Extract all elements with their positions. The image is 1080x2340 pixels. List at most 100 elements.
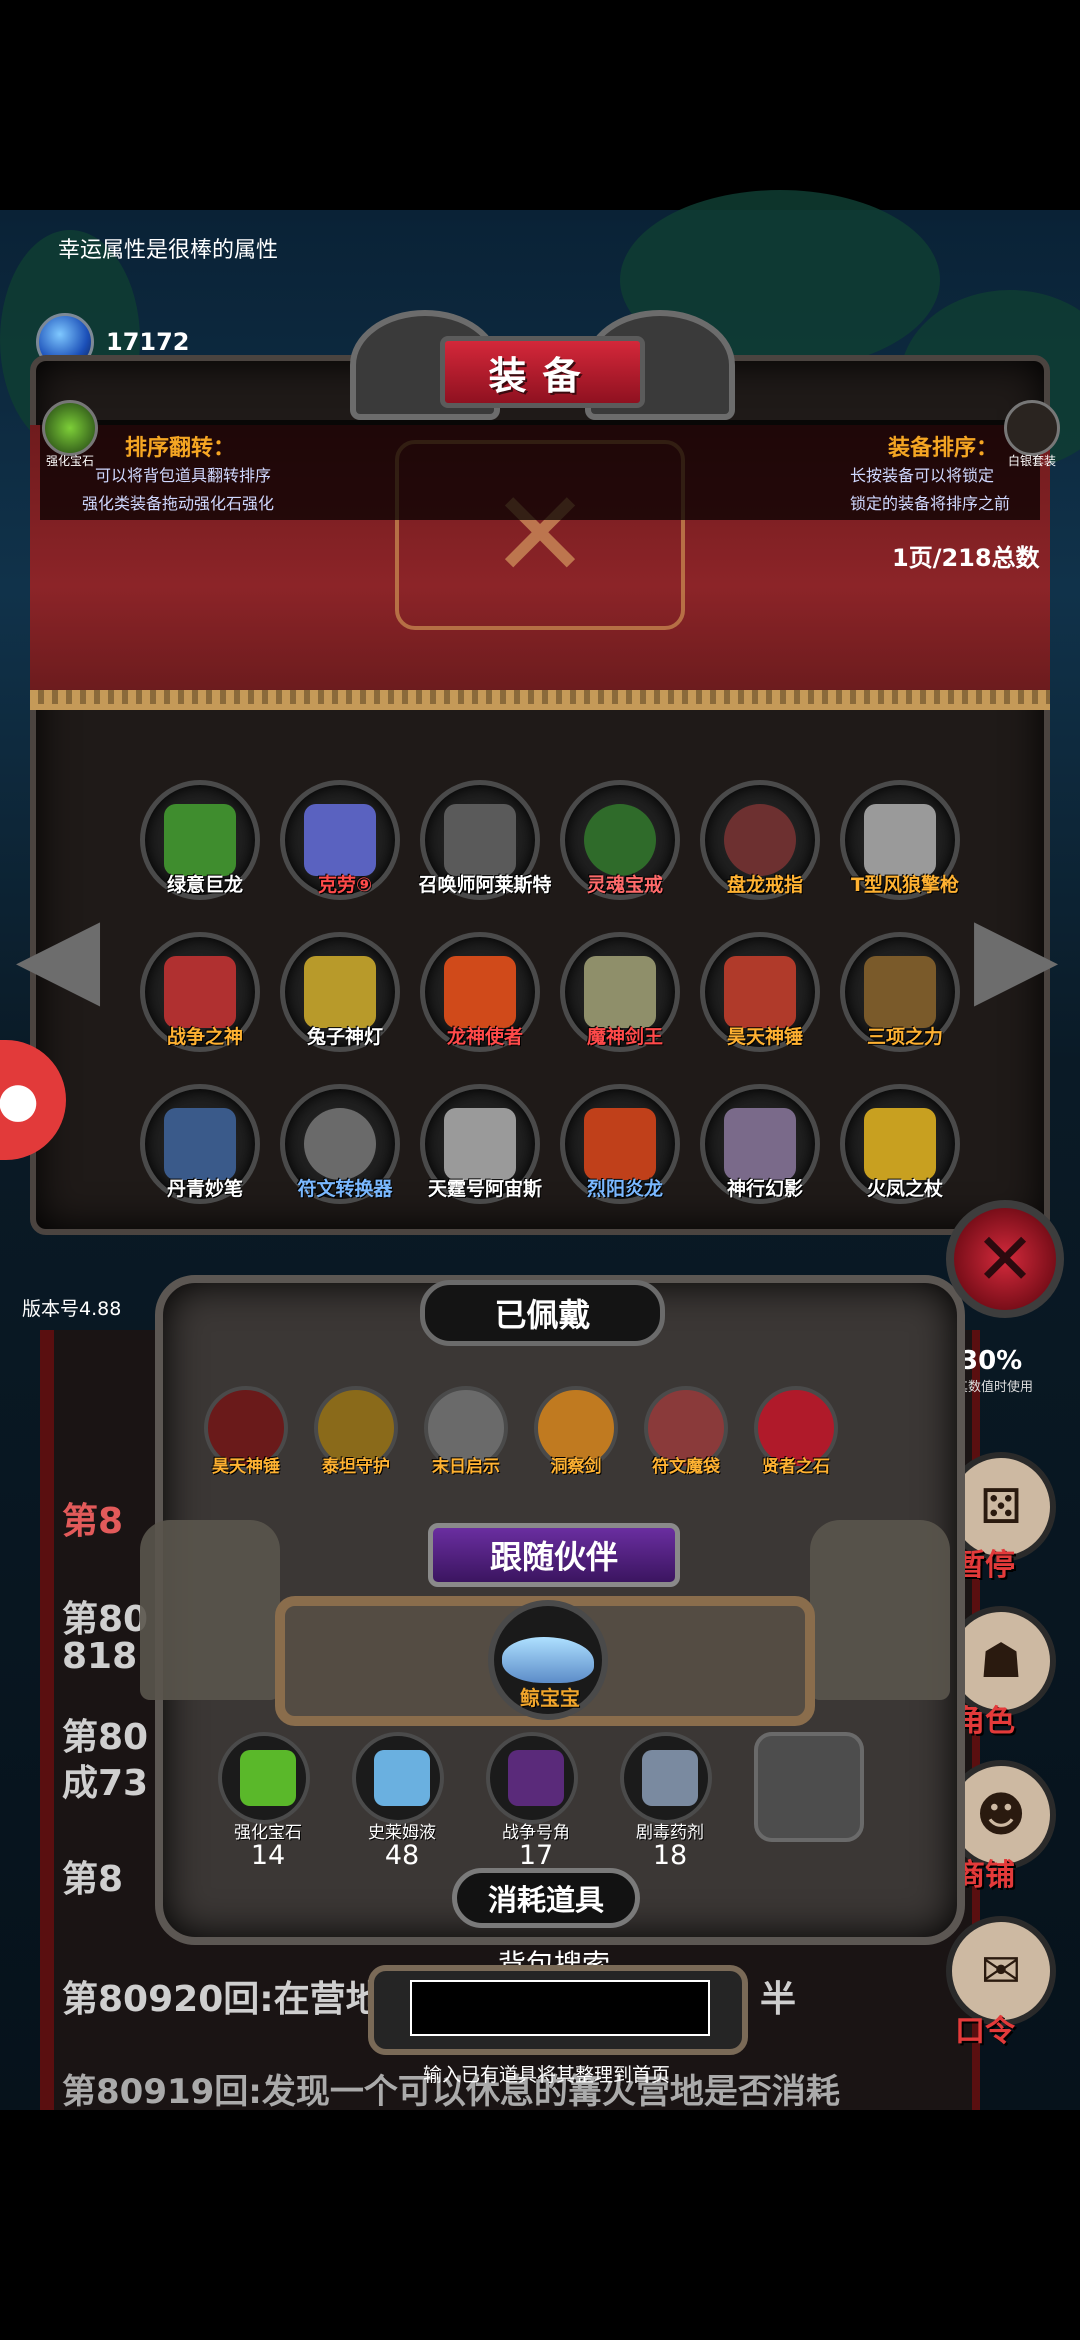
log-line: 第80 [62,1717,149,1758]
equipment-label: 灵魂宝戒 [586,874,663,896]
equipment-art [724,956,796,1028]
equipment-label: 火凤之杖 [866,1178,943,1200]
equipped-slot[interactable]: 洞察剑 [530,1382,622,1477]
close-button[interactable]: ✕ [946,1200,1064,1318]
equipment-label: 兔子神灯 [306,1026,383,1048]
equipment-label: T型风狼擎枪 [851,874,959,896]
search-input[interactable] [410,1980,710,2036]
equipment-art [724,804,796,876]
equipped-slot[interactable]: 贤者之石 [750,1382,842,1477]
log-line: 第80920回:在营地 [62,1979,382,2020]
sort-flip-desc: 强化类装备拖动强化石强化 [82,494,275,513]
equipped-row: 昊天神锤 泰坦守护 末日启示 洞察剑 符文魔袋 贤者之石 [200,1382,842,1477]
equipment-slot[interactable]: 魔神剑王 [560,932,680,1052]
equipment-label: 龙神使者 [446,1026,523,1048]
silver-set-icon[interactable]: 白银套装 [1004,400,1060,468]
equipment-slot[interactable]: 烈阳炎龙 [560,1084,680,1204]
log-line: 第8 [62,1501,124,1542]
equipment-slot[interactable]: 神行幻影 [700,1084,820,1204]
equipment-title: 装备 [440,336,645,408]
close-icon: ✕ [974,1217,1036,1301]
consumable-count: 17 [518,1840,554,1871]
equipment-label: 天霆号阿宙斯 [427,1178,542,1200]
equipment-art [864,956,936,1028]
equipment-slot[interactable]: 召唤师阿莱斯特 [418,780,552,900]
equipment-slot[interactable]: 天霆号阿宙斯 [420,1084,542,1204]
equipped-slot[interactable]: 泰坦守护 [310,1382,402,1477]
equipment-label: 三项之力 [866,1026,943,1048]
equipment-art [444,804,516,876]
equipment-slot[interactable]: 火凤之杖 [840,1084,960,1204]
consumable-empty-slot[interactable] [754,1732,864,1842]
equipment-slot[interactable]: 盘龙戒指 [700,780,820,900]
shopkeeper-icon: ☻ [975,1787,1027,1843]
consumables-title: 消耗道具 [452,1868,640,1928]
equipment-slot[interactable]: 战争之神 [140,932,260,1052]
equipped-slot[interactable]: 末日启示 [420,1382,512,1477]
equipment-label: 符文转换器 [297,1178,393,1200]
equipment-label: 召唤师阿莱斯特 [418,874,552,896]
equipment-art [164,956,236,1028]
version-label: 版本号4.88 [22,1298,122,1320]
equipment-grid: 绿意巨龙 克劳⑨ 召唤师阿莱斯特 灵魂宝戒 盘龙戒指 T型风狼擎枪 战争之神 兔… [140,780,970,1204]
search-hint: 输入已有道具将其整理到首页 [423,2064,671,2086]
equipment-slot[interactable]: 克劳⑨ [280,780,400,900]
equipment-slot[interactable]: 灵魂宝戒 [560,780,680,900]
tip-text: 幸运属性是很棒的属性 [58,238,279,263]
equipment-label: 昊天神锤 [726,1026,803,1048]
equipment-label: 神行幻影 [726,1178,803,1200]
equipped-slot[interactable]: 符文魔袋 [640,1382,732,1477]
dice-icon: ⚄ [980,1479,1022,1535]
page-count: 1页/218总数 [892,544,1040,572]
enhance-gem-icon[interactable]: 强化宝石 [42,400,98,468]
equipment-slot[interactable]: 兔子神灯 [280,932,400,1052]
equipment-label: 盘龙戒指 [726,874,803,896]
consumable-slot[interactable]: 史莱姆液 48 [352,1732,444,1871]
consumable-count: 14 [250,1840,286,1871]
log-line: 818 [62,1636,138,1677]
prev-page-arrow-icon[interactable]: ◀ [10,850,106,1060]
equipment-label: 烈阳炎龙 [586,1178,663,1200]
equipment-label: 绿意巨龙 [166,874,243,896]
equipment-art [724,1108,796,1180]
equipment-art [164,1108,236,1180]
equipment-slot[interactable]: 三项之力 [840,932,960,1052]
equipment-slot[interactable]: 符文转换器 [280,1084,400,1204]
log-line: 半 [760,1979,797,2020]
code-label: 口令 [955,2014,1015,2049]
equipment-art [444,1108,516,1180]
log-line: 成73 [62,1763,149,1804]
equipment-slot[interactable]: 龙神使者 [420,932,540,1052]
consumable-art [642,1750,698,1806]
equipment-art [584,1108,656,1180]
equipment-art [304,804,376,876]
consumable-count: 18 [652,1840,688,1871]
consumable-count: 48 [384,1840,420,1871]
equipment-slot[interactable]: 丹青妙笔 [140,1084,260,1204]
equipped-slot[interactable]: 昊天神锤 [200,1382,292,1477]
percent-value: 30% [960,1346,1023,1376]
equipment-art [304,1108,376,1180]
equip-sort-button[interactable]: 装备排序： [888,430,998,462]
consumable-art [508,1750,564,1806]
equipment-slot[interactable]: T型风狼擎枪 [840,780,960,900]
consumable-slot[interactable]: 强化宝石 14 [218,1732,310,1871]
equipment-label: 克劳⑨ [317,874,373,896]
consumable-slot[interactable]: 战争号角 17 [486,1732,578,1871]
equipment-label: 战争之神 [166,1026,243,1048]
scroll-icon: ✉ [980,1943,1022,1999]
equipment-art [864,804,936,876]
equipment-slot[interactable]: 昊天神锤 [700,932,820,1052]
equipped-label: 贤者之石 [762,1457,830,1477]
equipment-art [584,956,656,1028]
whale-icon [502,1637,594,1683]
hooded-figure-icon: ☗ [979,1633,1023,1689]
equipment-slot[interactable]: 绿意巨龙 [140,780,260,900]
consumable-art [240,1750,296,1806]
user-icon: ● [0,1072,39,1128]
sort-flip-button[interactable]: 排序翻转： [125,430,235,462]
companion-title: 跟随伙伴 [428,1523,680,1587]
consumable-slot[interactable]: 剧毒药剂 18 [620,1732,712,1871]
equipment-label: 魔神剑王 [586,1026,663,1048]
percent-note: 其数值时使用 [955,1380,1034,1395]
